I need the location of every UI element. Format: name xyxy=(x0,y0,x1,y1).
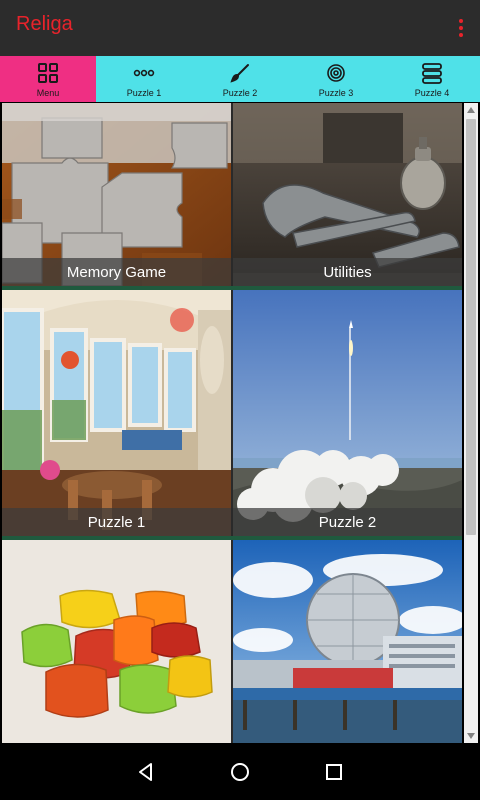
tab-menu-label: Menu xyxy=(36,88,60,98)
dots-icon xyxy=(133,62,155,84)
tile-puzzle-1[interactable]: Puzzle 1 xyxy=(2,290,231,536)
tile-puzzle-2[interactable]: Puzzle 2 xyxy=(233,290,462,536)
tile-caption: Puzzle 1 xyxy=(2,508,231,536)
recents-icon[interactable] xyxy=(317,755,351,789)
tile-utilities[interactable]: Utilities xyxy=(233,103,462,286)
grid-icon xyxy=(37,62,59,84)
tab-puzzle-4[interactable]: Puzzle 4 xyxy=(384,56,480,102)
game-grid: Memory Game Utilities Puzzle 1 Puzzle 2 xyxy=(2,103,462,743)
back-icon[interactable] xyxy=(129,755,163,789)
tile-puzzle-4[interactable] xyxy=(233,540,462,743)
stack-icon xyxy=(421,62,443,84)
tile-puzzle-3[interactable] xyxy=(2,540,231,743)
rocket-launch-image xyxy=(233,290,462,536)
brush-icon xyxy=(229,62,251,84)
system-nav-bar xyxy=(0,743,480,800)
tile-caption: Puzzle 2 xyxy=(233,508,462,536)
tile-memory-game[interactable]: Memory Game xyxy=(2,103,231,286)
tab-menu[interactable]: Menu xyxy=(0,56,96,102)
scroll-down-icon[interactable] xyxy=(467,733,475,739)
app-title: Religa xyxy=(16,13,73,35)
overflow-menu-icon[interactable] xyxy=(454,16,468,40)
home-icon[interactable] xyxy=(223,755,257,789)
tab-puzzle-3-label: Puzzle 3 xyxy=(318,88,354,98)
tab-puzzle-2-label: Puzzle 2 xyxy=(222,88,258,98)
tab-puzzle-2[interactable]: Puzzle 2 xyxy=(192,56,288,102)
tab-bar: Menu Puzzle 1 Puzzle 2 Puzzle 3 Puzzle 4 xyxy=(0,56,480,102)
jelly-candies-image xyxy=(2,540,231,743)
app-bar: Religa xyxy=(0,0,480,56)
tab-puzzle-4-label: Puzzle 4 xyxy=(414,88,450,98)
tab-puzzle-1-label: Puzzle 1 xyxy=(126,88,162,98)
scroll-thumb[interactable] xyxy=(466,119,476,535)
scroll-up-icon[interactable] xyxy=(467,107,475,113)
vertical-scrollbar[interactable] xyxy=(464,103,478,743)
science-dome-image xyxy=(233,540,462,743)
tile-caption: Utilities xyxy=(233,258,462,286)
target-icon xyxy=(325,62,347,84)
conservatory-room-image xyxy=(2,290,231,536)
tile-caption: Memory Game xyxy=(2,258,231,286)
tab-puzzle-3[interactable]: Puzzle 3 xyxy=(288,56,384,102)
tab-puzzle-1[interactable]: Puzzle 1 xyxy=(96,56,192,102)
